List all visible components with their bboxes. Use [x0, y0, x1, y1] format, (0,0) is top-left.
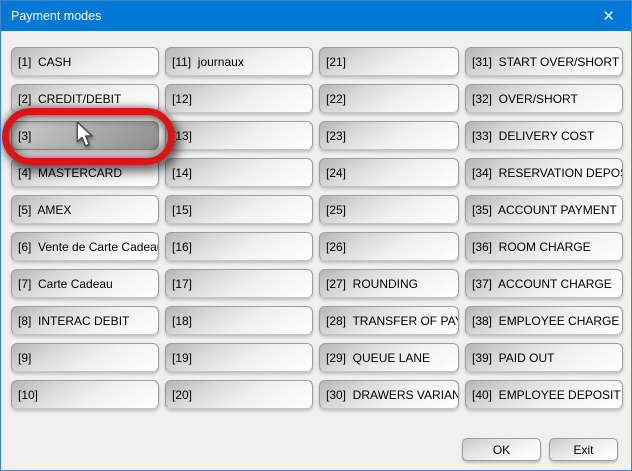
payment-mode-button-14[interactable]: [14]	[165, 158, 313, 187]
payment-mode-button-30[interactable]: [30] DRAWERS VARIANCE	[319, 380, 459, 409]
payment-mode-button-37[interactable]: [37] ACCOUNT CHARGE	[465, 269, 623, 298]
payment-mode-button-18[interactable]: [18]	[165, 306, 313, 335]
payment-modes-grid: [1] CASH [2] CREDIT/DEBIT [3] [4] MASTERCAR…	[11, 47, 623, 409]
payment-mode-button-36[interactable]: [36] ROOM CHARGE	[465, 232, 623, 261]
payment-mode-button-34[interactable]: [34] RESERVATION DEPOS	[465, 158, 623, 187]
payment-mode-button-6[interactable]: [6] Vente de Carte Cadeau	[11, 232, 159, 261]
payment-mode-button-29[interactable]: [29] QUEUE LANE	[319, 343, 459, 372]
payment-modes-dialog: Payment modes × [1] CASH [2] CREDIT/DEBIT…	[0, 0, 632, 471]
payment-mode-button-7[interactable]: [7] Carte Cadeau	[11, 269, 159, 298]
payment-mode-button-28[interactable]: [28] TRANSFER OF PAYMEI	[319, 306, 459, 335]
titlebar: Payment modes	[1, 1, 631, 31]
payment-mode-button-26[interactable]: [26]	[319, 232, 459, 261]
payment-mode-button-23[interactable]: [23]	[319, 121, 459, 150]
payment-mode-button-5[interactable]: [5] AMEX	[11, 195, 159, 224]
payment-mode-button-10[interactable]: [10]	[11, 380, 159, 409]
exit-button[interactable]: Exit	[549, 438, 618, 461]
payment-mode-button-38[interactable]: [38] EMPLOYEE CHARGE	[465, 306, 623, 335]
payment-mode-button-19[interactable]: [19]	[165, 343, 313, 372]
payment-mode-button-27[interactable]: [27] ROUNDING	[319, 269, 459, 298]
payment-mode-button-21[interactable]: [21]	[319, 47, 459, 76]
payment-mode-button-9[interactable]: [9]	[11, 343, 159, 372]
payment-mode-button-22[interactable]: [22]	[319, 84, 459, 113]
payment-mode-button-4[interactable]: [4] MASTERCARD	[11, 158, 159, 187]
payment-mode-button-8[interactable]: [8] INTERAC DEBIT	[11, 306, 159, 335]
payment-mode-button-1[interactable]: [1] CASH	[11, 47, 159, 76]
payment-mode-button-24[interactable]: [24]	[319, 158, 459, 187]
payment-mode-button-33[interactable]: [33] DELIVERY COST	[465, 121, 623, 150]
payment-mode-button-2[interactable]: [2] CREDIT/DEBIT	[11, 84, 159, 113]
payment-mode-button-3[interactable]: [3]	[11, 121, 159, 150]
payment-mode-button-31[interactable]: [31] START OVER/SHORT	[465, 47, 623, 76]
payment-mode-button-15[interactable]: [15]	[165, 195, 313, 224]
window-title: Payment modes	[11, 9, 101, 23]
ok-button[interactable]: OK	[462, 438, 541, 461]
payment-mode-button-20[interactable]: [20]	[165, 380, 313, 409]
payment-mode-button-35[interactable]: [35] ACCOUNT PAYMENT	[465, 195, 623, 224]
payment-mode-button-40[interactable]: [40] EMPLOYEE DEPOSIT	[465, 380, 623, 409]
payment-mode-button-17[interactable]: [17]	[165, 269, 313, 298]
close-icon[interactable]: ×	[586, 1, 631, 31]
payment-mode-button-32[interactable]: [32] OVER/SHORT	[465, 84, 623, 113]
payment-mode-button-25[interactable]: [25]	[319, 195, 459, 224]
payment-mode-button-13[interactable]: [13]	[165, 121, 313, 150]
payment-mode-button-39[interactable]: [39] PAID OUT	[465, 343, 623, 372]
payment-mode-button-11[interactable]: [11] journaux	[165, 47, 313, 76]
payment-mode-button-16[interactable]: [16]	[165, 232, 313, 261]
payment-mode-button-12[interactable]: [12]	[165, 84, 313, 113]
